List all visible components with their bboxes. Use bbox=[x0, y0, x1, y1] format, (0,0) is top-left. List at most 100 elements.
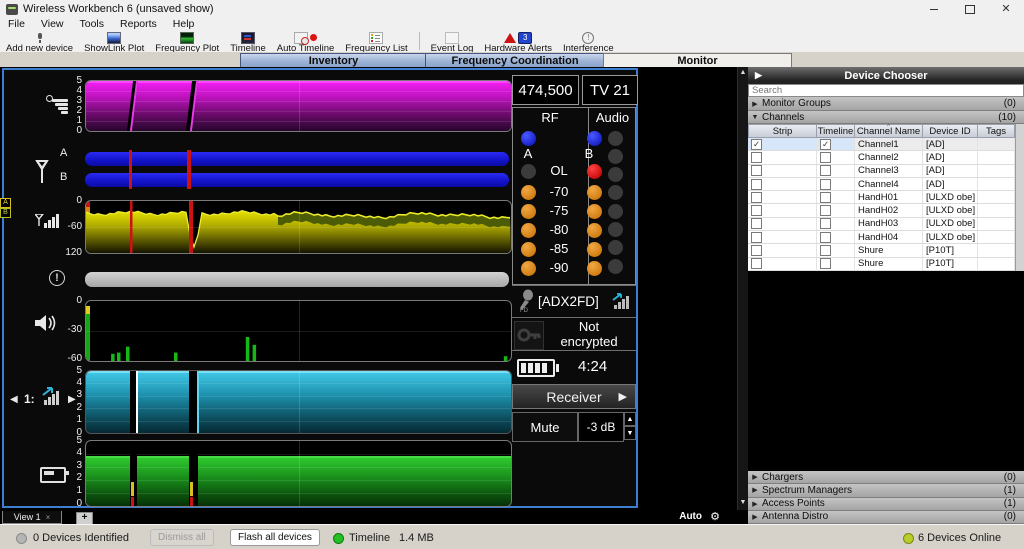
scroll-down-icon[interactable]: ▼ bbox=[739, 499, 747, 507]
timeline-checkbox[interactable] bbox=[820, 192, 831, 203]
table-scrollbar[interactable] bbox=[1015, 124, 1024, 271]
interference-bar[interactable] bbox=[85, 272, 509, 287]
battery-warn-bar bbox=[131, 482, 134, 496]
antenna-a-bar[interactable] bbox=[85, 152, 509, 166]
flash-all-devices-button[interactable]: Flash all devices bbox=[230, 529, 320, 546]
column-header-strip[interactable]: Strip bbox=[748, 124, 817, 138]
table-row[interactable]: ✓✓Channel1[AD] bbox=[748, 138, 1015, 151]
frequency-list-button[interactable]: Frequency List bbox=[345, 31, 407, 54]
frequency-display[interactable]: 474,500 bbox=[512, 75, 579, 105]
timeline-checkbox[interactable] bbox=[820, 152, 831, 163]
section-monitor-groups[interactable]: ▶ Monitor Groups (0) bbox=[748, 97, 1024, 111]
device-chooser-header[interactable]: ▶ Device Chooser bbox=[748, 67, 1024, 84]
strip-marker-a[interactable]: A bbox=[0, 198, 11, 208]
strip-checkbox[interactable] bbox=[751, 179, 762, 190]
section-spectrum-managers[interactable]: ▶Spectrum Managers(1) bbox=[748, 484, 1024, 497]
gain-value[interactable]: -3 dB bbox=[578, 412, 624, 442]
transmitter-row[interactable]: FD [ADX2FD] bbox=[512, 285, 636, 317]
table-row[interactable]: Shure[P10T] bbox=[748, 258, 1015, 271]
strip-checkbox[interactable]: ✓ bbox=[751, 139, 762, 150]
table-row[interactable]: Channel3[AD] bbox=[748, 165, 1015, 178]
gain-down-button[interactable]: ▼ bbox=[624, 426, 636, 440]
strip-checkbox[interactable] bbox=[751, 245, 762, 256]
menu-reports[interactable]: Reports bbox=[120, 18, 157, 30]
timeline-size: 1.4 MB bbox=[399, 532, 434, 544]
strip-checkbox[interactable] bbox=[751, 232, 762, 243]
strip-cell bbox=[748, 191, 817, 203]
menu-view[interactable]: View bbox=[41, 18, 64, 30]
receiver-button[interactable]: Receiver ▶ bbox=[512, 384, 636, 409]
rf-level-chart[interactable] bbox=[85, 200, 512, 254]
strip-checkbox[interactable] bbox=[751, 258, 762, 269]
view-tab[interactable]: View 1 × bbox=[2, 511, 62, 524]
column-header-tags[interactable]: Tags bbox=[978, 124, 1015, 138]
column-header-timeline[interactable]: Timeline bbox=[817, 124, 855, 138]
maximize-button[interactable] bbox=[952, 0, 988, 18]
battery-chart[interactable] bbox=[85, 440, 512, 507]
audio-level-chart[interactable] bbox=[85, 300, 512, 362]
strip-checkbox[interactable] bbox=[751, 205, 762, 216]
tab-monitor[interactable]: Monitor bbox=[603, 53, 792, 68]
column-header-channel-name[interactable]: Channel Name^ bbox=[855, 124, 923, 138]
table-row[interactable]: Shure[P10T] bbox=[748, 244, 1015, 257]
gridline bbox=[299, 81, 300, 131]
timeline-checkbox[interactable]: ✓ bbox=[820, 139, 831, 150]
strip-marker-b[interactable]: B bbox=[0, 208, 11, 218]
close-icon: ✕ bbox=[1001, 4, 1010, 14]
frequency-plot-button[interactable]: Frequency Plot bbox=[155, 31, 219, 54]
tab-inventory[interactable]: Inventory bbox=[240, 53, 427, 68]
device-id: [ULXD obe] bbox=[926, 192, 975, 203]
table-row[interactable]: Channel4[AD] bbox=[748, 178, 1015, 191]
strip-checkbox[interactable] bbox=[751, 192, 762, 203]
showlink-plot-button[interactable]: ShowLink Plot bbox=[84, 31, 144, 54]
gain-up-button[interactable]: ▲ bbox=[624, 412, 636, 426]
dismiss-all-button[interactable]: Dismiss all bbox=[150, 529, 214, 546]
strip-checkbox[interactable] bbox=[751, 152, 762, 163]
timeline-checkbox[interactable] bbox=[820, 165, 831, 176]
menu-tools[interactable]: Tools bbox=[80, 18, 105, 30]
antenna-b-bar[interactable] bbox=[85, 173, 509, 187]
close-button[interactable]: ✕ bbox=[988, 0, 1024, 18]
timeline-checkbox[interactable] bbox=[820, 179, 831, 190]
interference-button[interactable]: Interference bbox=[563, 31, 614, 54]
timeline-checkbox[interactable] bbox=[820, 232, 831, 243]
tab-frequency-coordination[interactable]: Frequency Coordination bbox=[425, 53, 605, 68]
collapse-panel-icon[interactable]: ▶ bbox=[755, 70, 762, 81]
timeline-checkbox[interactable] bbox=[820, 245, 831, 256]
view-tab-close-icon[interactable]: × bbox=[46, 513, 51, 522]
table-row[interactable]: Channel2[AD] bbox=[748, 151, 1015, 164]
hardware-alerts-button[interactable]: 3Hardware Alerts bbox=[484, 31, 552, 54]
timeline-checkbox[interactable] bbox=[820, 218, 831, 229]
section-antenna-distro[interactable]: ▶Antenna Distro(0) bbox=[748, 511, 1024, 524]
signal-quality-chart[interactable] bbox=[85, 370, 512, 434]
timeline-button[interactable]: Timeline bbox=[230, 31, 266, 54]
quality-chart[interactable] bbox=[85, 80, 512, 132]
search-input[interactable] bbox=[748, 84, 1024, 97]
section-chargers[interactable]: ▶Chargers(0) bbox=[748, 471, 1024, 484]
auto-timeline-button[interactable]: Auto Timeline bbox=[277, 31, 335, 54]
strip-checkbox[interactable] bbox=[751, 165, 762, 176]
timeline-cell bbox=[817, 178, 855, 190]
add-new-device-button[interactable]: Add new device bbox=[6, 31, 73, 54]
section-access-points[interactable]: ▶Access Points(1) bbox=[748, 498, 1024, 511]
event-log-button[interactable]: Event Log bbox=[431, 31, 474, 54]
gear-icon[interactable] bbox=[710, 510, 720, 523]
strip-checkbox[interactable] bbox=[751, 218, 762, 229]
rf-b-level-dot bbox=[587, 223, 602, 238]
timeline-checkbox[interactable] bbox=[820, 258, 831, 269]
rf-a-ol-dot bbox=[521, 164, 536, 179]
monitor-scrollbar[interactable]: ▲ ▼ bbox=[737, 67, 748, 510]
table-row[interactable]: HandH02[ULXD obe] bbox=[748, 204, 1015, 217]
column-header-device-id[interactable]: Device ID bbox=[923, 124, 978, 138]
mute-button[interactable]: Mute bbox=[512, 412, 578, 442]
section-channels[interactable]: ▼ Channels (10) bbox=[748, 111, 1024, 124]
scroll-up-icon[interactable]: ▲ bbox=[739, 69, 747, 77]
minimize-button[interactable] bbox=[916, 0, 952, 18]
table-row[interactable]: HandH03[ULXD obe] bbox=[748, 218, 1015, 231]
table-row[interactable]: HandH04[ULXD obe] bbox=[748, 231, 1015, 244]
table-row[interactable]: HandH01[ULXD obe] bbox=[748, 191, 1015, 204]
timeline-checkbox[interactable] bbox=[820, 205, 831, 216]
menu-file[interactable]: File bbox=[8, 18, 25, 30]
menu-help[interactable]: Help bbox=[173, 18, 195, 30]
strip-prev-icon[interactable]: ◀ bbox=[10, 394, 18, 405]
